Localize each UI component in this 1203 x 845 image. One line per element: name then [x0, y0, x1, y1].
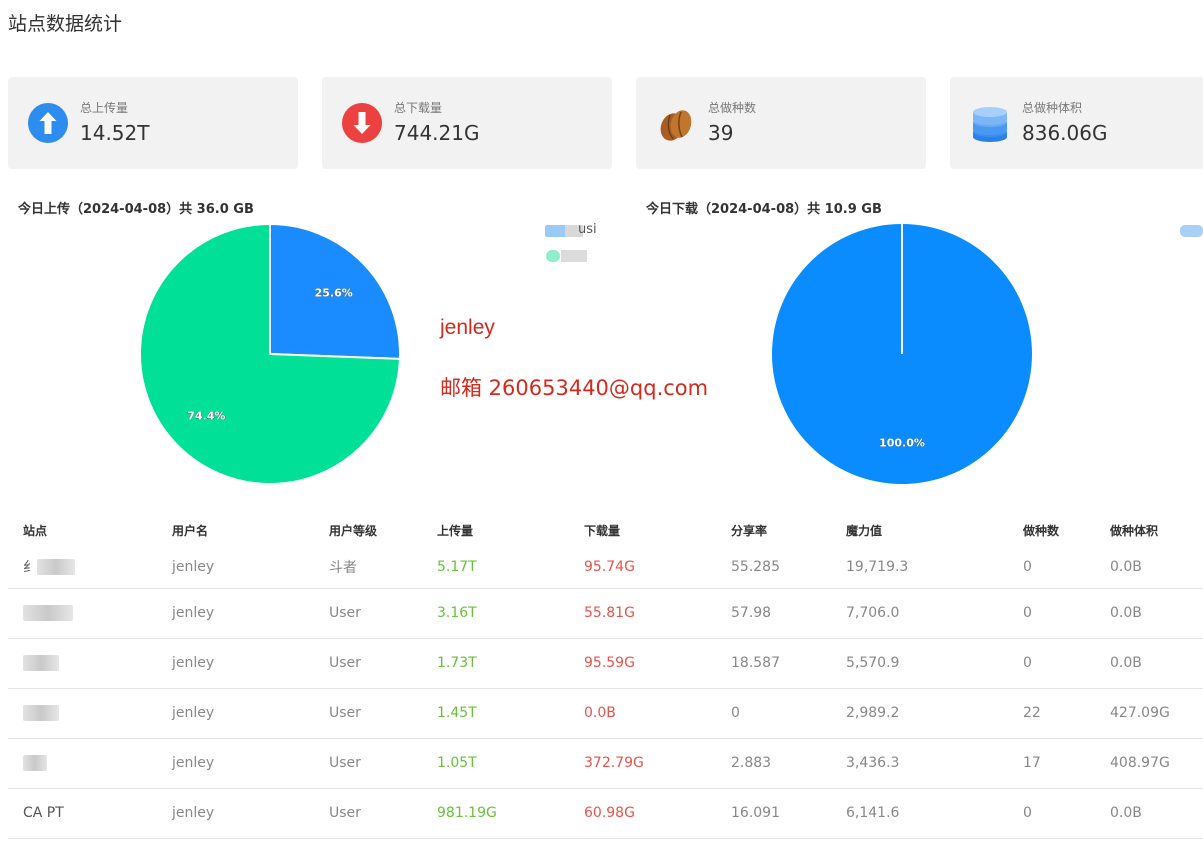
ratio-cell: 0: [716, 688, 831, 739]
bonus-cell: 3,436.3: [831, 738, 1008, 789]
seed-size-cell: 0.0B: [1095, 547, 1203, 589]
column-header[interactable]: 用户等级: [314, 513, 422, 547]
upload-cell: 1.73T: [422, 638, 569, 689]
upload-cell: 981.19G: [422, 788, 569, 839]
column-header[interactable]: 站点: [8, 513, 157, 547]
username-cell: jenley: [157, 788, 314, 839]
level-cell: User: [314, 788, 422, 839]
username-cell: jenley: [157, 547, 314, 589]
download-cell: 95.74G: [569, 547, 716, 589]
level-cell: User: [314, 688, 422, 739]
site-cell: [8, 638, 157, 689]
table-row[interactable]: jenley User 1.45T 0.0B 0 2,989.2 22 427.09G: [8, 688, 1203, 739]
site-cell: [8, 688, 157, 739]
site-name-redacted: [23, 655, 59, 671]
table-row[interactable]: jenley User 1.73T 95.59G 18.587 5,570.9 0 0.0B: [8, 638, 1203, 689]
download-cell: 55.81G: [569, 588, 716, 639]
upload-pie-chart: 25.6% 74.4%: [139, 222, 401, 485]
seed-size-cell: 0.0B: [1095, 638, 1203, 689]
bonus-cell: 7,706.0: [831, 588, 1008, 639]
ratio-cell: 55.285: [716, 547, 831, 589]
column-header[interactable]: 做种体积: [1095, 513, 1203, 547]
column-header[interactable]: 用户名: [157, 513, 314, 547]
site-cell: 纟: [8, 547, 157, 589]
level-cell: User: [314, 738, 422, 789]
bonus-cell: 5,570.9: [831, 638, 1008, 689]
username-cell: jenley: [157, 588, 314, 639]
site-name-visible: CA PT: [23, 805, 64, 821]
username-cell: jenley: [157, 688, 314, 739]
seed-size-cell: 427.09G: [1095, 688, 1203, 739]
table-header-row: 站点 用户名 用户等级 上传量 下载量 分享率 魔力值 做种数 做种体积: [8, 513, 1203, 547]
table-row[interactable]: CA PT jenley User 981.19G 60.98G 16.091 6,141.…: [8, 788, 1203, 839]
site-stats-table: 站点 用户名 用户等级 上传量 下载量 分享率 魔力值 做种数 做种体积 纟 je…: [8, 513, 1203, 839]
upload-cell: 3.16T: [422, 588, 569, 639]
download-cell: 372.79G: [569, 738, 716, 789]
seeds-cell: 17: [1008, 738, 1095, 789]
bonus-cell: 19,719.3: [831, 547, 1008, 589]
table-row[interactable]: 纟 jenley 斗者 5.17T 95.74G 55.285 19,719.3 0 0.0B: [8, 547, 1203, 589]
upload-cell: 1.45T: [422, 688, 569, 739]
seeds-cell: 22: [1008, 688, 1095, 739]
site-name-redacted: [37, 559, 75, 576]
upload-cell: 5.17T: [422, 547, 569, 589]
download-cell: 60.98G: [569, 788, 716, 839]
site-name-visible: 纟: [23, 560, 37, 577]
ratio-cell: 2.883: [716, 738, 831, 789]
level-cell: 斗者: [314, 547, 422, 589]
seeds-cell: 0: [1008, 547, 1095, 589]
column-header[interactable]: 上传量: [422, 513, 569, 547]
column-header[interactable]: 下载量: [569, 513, 716, 547]
seed-size-cell: 0.0B: [1095, 788, 1203, 839]
column-header[interactable]: 分享率: [716, 513, 831, 547]
seeds-cell: 0: [1008, 588, 1095, 639]
bonus-cell: 6,141.6: [831, 788, 1008, 839]
site-cell: CA PT: [8, 788, 157, 839]
download-cell: 0.0B: [569, 688, 716, 739]
ratio-cell: 57.98: [716, 588, 831, 639]
ratio-cell: 18.587: [716, 638, 831, 689]
site-name-redacted: [23, 755, 47, 771]
site-cell: [8, 588, 157, 639]
column-header[interactable]: 做种数: [1008, 513, 1095, 547]
bonus-cell: 2,989.2: [831, 688, 1008, 739]
ratio-cell: 16.091: [716, 788, 831, 839]
pie-slice-label: 100.0%: [879, 436, 925, 449]
pie-slice-label: 74.4%: [187, 409, 225, 422]
site-name-redacted: [23, 705, 59, 721]
username-cell: jenley: [157, 638, 314, 689]
username-cell: jenley: [157, 738, 314, 789]
pie-slice-label: 25.6%: [315, 287, 353, 300]
seed-size-cell: 0.0B: [1095, 588, 1203, 639]
site-name-redacted: [23, 605, 73, 621]
watermark-name: jenley: [440, 316, 495, 339]
table-row[interactable]: jenley User 1.05T 372.79G 2.883 3,436.3 17 408.…: [8, 738, 1203, 789]
column-header[interactable]: 魔力值: [831, 513, 1008, 547]
table-row[interactable]: jenley User 3.16T 55.81G 57.98 7,706.0 0 0.0B: [8, 588, 1203, 639]
site-cell: [8, 738, 157, 789]
seed-size-cell: 408.97G: [1095, 738, 1203, 789]
watermark-email: 邮箱 260653440@qq.com: [440, 376, 709, 400]
level-cell: User: [314, 638, 422, 689]
download-cell: 95.59G: [569, 638, 716, 689]
upload-cell: 1.05T: [422, 738, 569, 789]
seeds-cell: 0: [1008, 638, 1095, 689]
seeds-cell: 0: [1008, 788, 1095, 839]
level-cell: User: [314, 588, 422, 639]
download-pie-chart: 100.0%: [772, 224, 1032, 484]
